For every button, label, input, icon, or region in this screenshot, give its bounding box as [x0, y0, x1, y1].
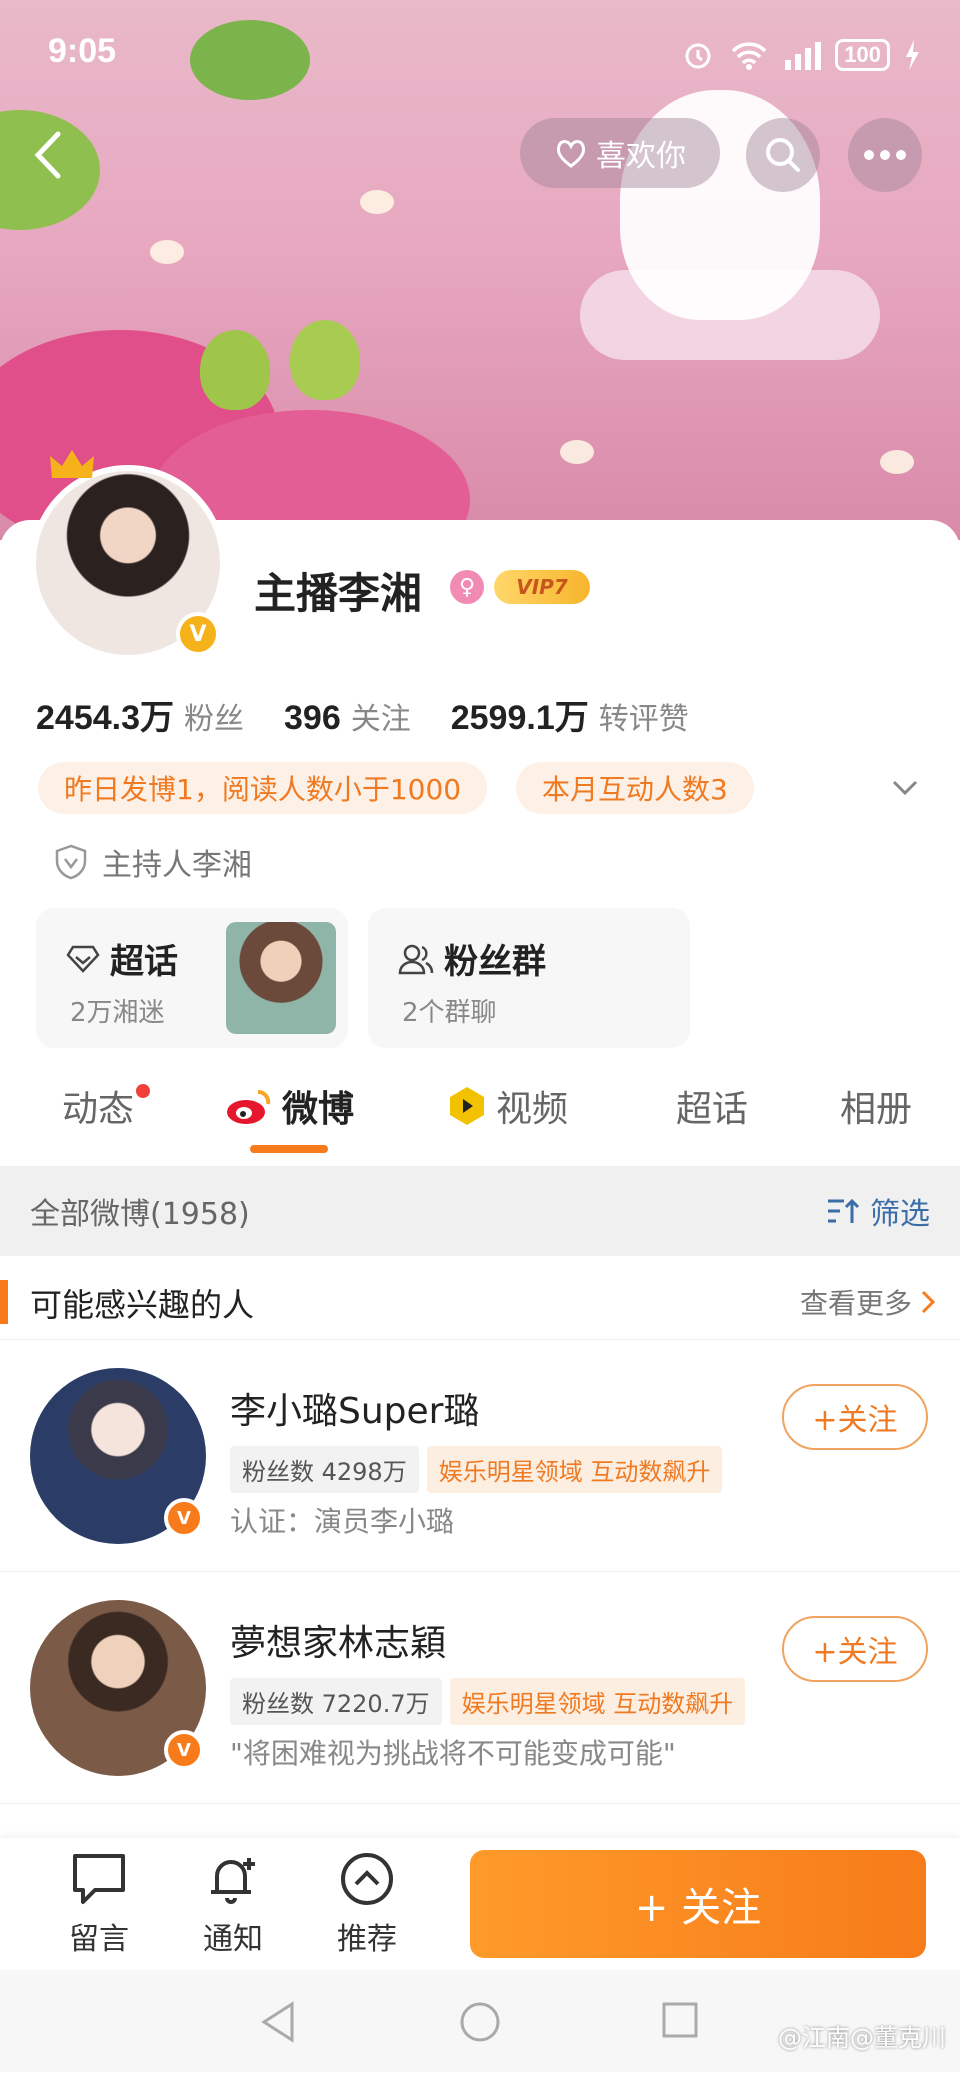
banner-butterfly	[150, 240, 184, 264]
tab-album[interactable]: 相册	[840, 1080, 912, 1132]
bell-plus-icon	[211, 1858, 255, 1904]
profile-banner	[0, 0, 960, 540]
like-button[interactable]: 喜欢你	[520, 118, 720, 188]
shield-icon	[55, 844, 87, 880]
search-icon	[766, 138, 800, 172]
filter-label: 筛选	[870, 1197, 930, 1232]
heart-hand-icon	[556, 140, 586, 168]
chevron-up-circle-icon	[341, 1853, 393, 1905]
fangroup-title: 粉丝群	[444, 942, 546, 982]
comment-button[interactable]: 留言	[54, 1852, 144, 1958]
supertopic-box[interactable]: 超话 2万湘迷	[36, 908, 348, 1048]
interaction-pill[interactable]: 本月互动人数3	[516, 762, 754, 814]
stat-fans[interactable]: 2454.3万 粉丝	[36, 690, 244, 739]
crown-icon	[50, 450, 94, 478]
tab-supertopic[interactable]: 超话	[676, 1080, 748, 1132]
fangroup-sub: 2个群聊	[402, 998, 497, 1028]
banner-butterfly	[560, 440, 594, 464]
status-time: 9:05	[48, 32, 117, 70]
comment-icon	[73, 1854, 125, 1904]
verified-badge: V	[164, 1498, 204, 1538]
activity-pill[interactable]: 昨日发博1，阅读人数小于1000	[38, 762, 488, 814]
profile-stats: 2454.3万 粉丝 396 关注 2599.1万 转评赞	[36, 690, 689, 739]
filter-icon	[828, 1198, 860, 1223]
more-dots-icon	[864, 150, 906, 160]
see-more-link[interactable]: 查看更多	[800, 1282, 936, 1322]
section-title: 可能感兴趣的人	[30, 1286, 255, 1324]
banner-bird	[200, 330, 270, 410]
supertopic-sub: 2万湘迷	[70, 998, 165, 1028]
like-label: 喜欢你	[596, 139, 686, 174]
chevron-right-icon	[921, 1290, 936, 1314]
video-icon	[450, 1087, 484, 1125]
banner-butterfly	[880, 450, 914, 474]
battery-indicator: 100	[835, 39, 890, 71]
watermark: @江南@董克川	[778, 2024, 946, 2052]
follow-main-button[interactable]: + 关注	[470, 1850, 926, 1958]
follow-button[interactable]: +关注	[782, 1384, 928, 1450]
rec-desc: "将困难视为挑战将不可能变成可能"	[230, 1737, 676, 1770]
fans-tag: 粉丝数 7220.7万	[230, 1678, 442, 1725]
back-icon[interactable]	[30, 130, 70, 180]
signal-icon	[785, 42, 822, 70]
profile-name: 主播李湘	[254, 569, 423, 618]
notification-dot	[136, 1084, 150, 1098]
charging-icon	[906, 40, 919, 70]
weibo-count: 全部微博(1958)	[30, 1197, 250, 1232]
recommend-button[interactable]: 推荐	[322, 1852, 412, 1958]
tab-video[interactable]: 视频	[446, 1080, 568, 1132]
stat-following[interactable]: 396 关注	[284, 694, 411, 738]
rec-name[interactable]: 夢想家林志穎	[230, 1614, 446, 1666]
nav-home-icon[interactable]	[458, 2000, 502, 2044]
fangroup-box[interactable]: 粉丝群 2个群聊	[368, 908, 690, 1048]
vip-badge[interactable]: VIP7	[494, 570, 590, 604]
cert-text: 主持人李湘	[102, 848, 252, 883]
profile-tabs: 动态 微博 视频 超话 相册	[0, 1080, 960, 1160]
more-button[interactable]	[848, 118, 922, 192]
supertopic-image	[226, 922, 336, 1034]
search-button[interactable]	[746, 118, 820, 192]
list-item[interactable]: V 李小璐Super璐 粉丝数 4298万 娱乐明星领域 互动数飙升 认证：演员…	[0, 1342, 960, 1572]
system-nav-bar: @江南@董克川	[0, 1970, 960, 2072]
tab-underline	[250, 1145, 328, 1153]
chevron-down-icon[interactable]	[890, 772, 920, 802]
diamond-icon	[66, 945, 100, 973]
recommend-section-header: 可能感兴趣的人 查看更多	[0, 1262, 960, 1340]
rec-desc: 认证：演员李小璐	[230, 1505, 455, 1538]
domain-tag: 娱乐明星领域 互动数飙升	[426, 1446, 723, 1493]
weibo-icon	[227, 1090, 271, 1124]
section-accent	[0, 1280, 8, 1324]
fans-tag: 粉丝数 4298万	[230, 1446, 419, 1493]
stat-reposts[interactable]: 2599.1万 转评赞	[451, 690, 689, 739]
list-item[interactable]: V 夢想家林志穎 粉丝数 7220.7万 娱乐明星领域 互动数飙升 "将困难视为…	[0, 1574, 960, 1804]
notify-button[interactable]: 通知	[188, 1852, 278, 1958]
wifi-icon	[732, 42, 767, 70]
domain-tag: 娱乐明星领域 互动数飙升	[449, 1678, 746, 1725]
group-icon	[398, 944, 434, 974]
filter-bar: 全部微博(1958) 筛选	[0, 1166, 960, 1256]
banner-butterfly	[360, 190, 394, 214]
filter-button[interactable]: 筛选	[826, 1189, 930, 1233]
nav-back-icon[interactable]	[258, 2000, 298, 2044]
tab-dynamic[interactable]: 动态	[62, 1080, 134, 1132]
female-icon: ♀	[450, 570, 484, 604]
status-bar: 9:05 100	[0, 28, 960, 78]
banner-bird	[290, 320, 360, 400]
verified-badge: V	[164, 1730, 204, 1770]
nav-recent-icon[interactable]	[660, 2000, 700, 2040]
follow-button[interactable]: +关注	[782, 1616, 928, 1682]
bottom-action-bar: 留言 通知 推荐 + 关注	[0, 1838, 960, 1970]
supertopic-title: 超话	[110, 942, 178, 982]
certification: 主持人李湘	[54, 840, 252, 884]
alarm-icon	[685, 43, 711, 69]
rec-name[interactable]: 李小璐Super璐	[230, 1382, 479, 1434]
verified-badge: V	[176, 612, 220, 656]
tab-weibo[interactable]: 微博	[224, 1080, 354, 1132]
